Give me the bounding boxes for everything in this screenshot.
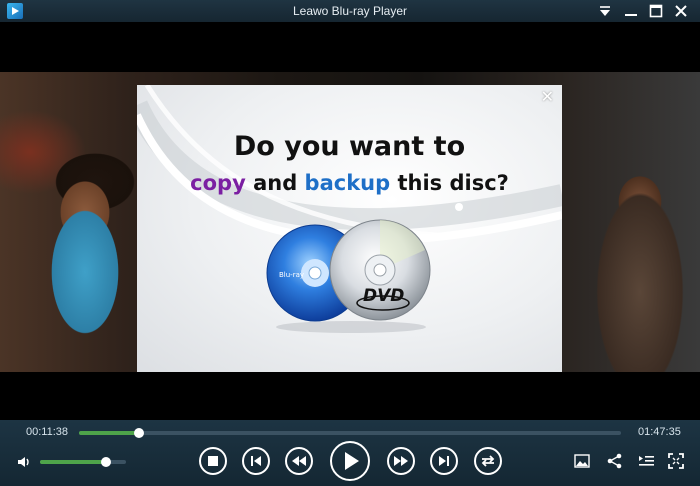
previous-button[interactable] (242, 447, 270, 475)
video-area[interactable]: ✕ Do you want to copy and backup this di… (0, 22, 700, 420)
skip-next-icon (439, 456, 449, 466)
maximize-icon[interactable] (647, 2, 665, 20)
dialog-question-line2: copy and backup this disc? (137, 171, 562, 195)
stop-icon (208, 456, 218, 466)
word-copy: copy (190, 171, 246, 195)
rewind-button[interactable] (285, 447, 313, 475)
share-icon[interactable] (606, 452, 624, 470)
dropdown-menu-icon[interactable] (596, 2, 614, 20)
word-this-disc: this disc? (390, 171, 509, 195)
total-duration: 01:47:35 (638, 426, 681, 438)
seek-bar-handle[interactable] (133, 428, 144, 438)
close-icon[interactable] (672, 2, 690, 20)
speaker-icon[interactable] (16, 454, 32, 470)
skip-previous-icon (251, 456, 261, 466)
volume-handle[interactable] (101, 457, 112, 467)
copy-backup-dialog[interactable]: ✕ Do you want to copy and backup this di… (137, 85, 562, 372)
fullscreen-icon[interactable] (667, 452, 685, 470)
volume-level (40, 460, 107, 464)
repeat-icon (481, 455, 495, 467)
dvd-label: DVD (363, 286, 404, 306)
title-bar: Leawo Blu-ray Player (0, 0, 700, 22)
fast-forward-button[interactable] (387, 447, 415, 475)
play-button[interactable] (330, 441, 370, 481)
elapsed-time: 00:11:38 (26, 426, 69, 438)
word-backup: backup (304, 171, 391, 195)
svg-text:Blu-ray: Blu-ray (279, 271, 304, 279)
window-title: Leawo Blu-ray Player (292, 4, 408, 18)
next-button[interactable] (430, 447, 458, 475)
player-controls: 00:11:38 01:47:35 (0, 420, 700, 486)
fast-forward-icon (394, 456, 408, 466)
dialog-question-line1: Do you want to (233, 131, 466, 162)
seek-bar[interactable] (79, 428, 621, 438)
play-icon (345, 452, 359, 470)
dvd-disc-icon: DVD (329, 219, 431, 321)
rewind-icon (292, 456, 306, 466)
stop-button[interactable] (199, 447, 227, 475)
volume-slider[interactable] (40, 457, 126, 467)
minimize-icon[interactable] (622, 2, 640, 20)
seek-bar-progress (79, 431, 139, 435)
dialog-close-icon[interactable]: ✕ (541, 87, 554, 107)
disc-illustration: Blu-ray DVD (266, 219, 431, 333)
playlist-icon[interactable] (637, 452, 655, 470)
word-and: and (245, 171, 305, 195)
repeat-button[interactable] (474, 447, 502, 475)
image-icon[interactable] (573, 452, 591, 470)
